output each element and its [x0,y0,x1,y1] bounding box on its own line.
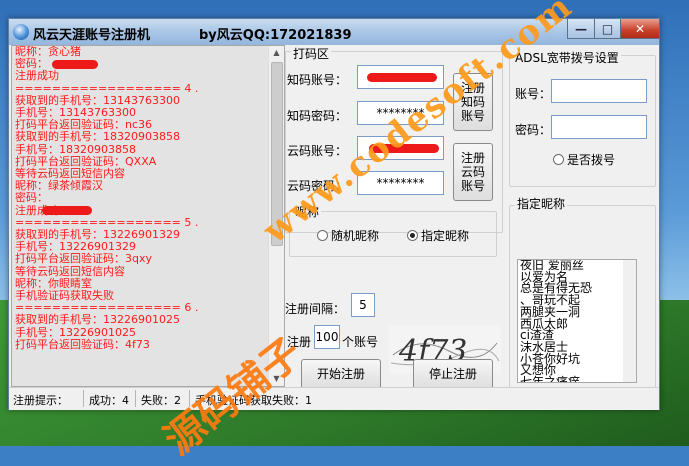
status-hint-label: 注册提示： [13,394,68,407]
dama-group-label: 打码区 [291,45,332,62]
specified-nickname-label: 指定昵称 [421,229,470,243]
status-separator [83,390,84,407]
log-line: 获取到的手机号：13226901025 [15,313,180,327]
log-line: 密码： [15,191,48,205]
dial-label: 是否拨号 [567,153,616,167]
count-input[interactable]: 100 [314,325,340,349]
random-nickname-radio[interactable] [317,230,328,241]
log-textarea[interactable]: 昵称：贪心猪 密码： 注册成功 ================== 4 . 获取到的手… [11,45,285,387]
app-window: 风云天涯账号注册机 by风云QQ:172021839 — □ ✕ 昵称：贪心猪密… [8,18,660,410]
interval-label: 注册间隔： [285,302,346,316]
zhima-account-label: 知码账号： [287,73,348,87]
app-globe-icon [13,24,29,40]
random-nickname-label: 随机昵称 [331,229,380,243]
log-line: 手机号：18320903858 [15,142,136,156]
zhima-password-label: 知码密码： [287,109,348,123]
nickname-items: 夜旧 爱丽丝 以爱为名 总是有得无恐 、哥玩不起 两腿夹一洞 西瓜太郎 ci渣渣 沫水居士 小苍… [518,260,636,382]
redaction-mark [52,60,98,69]
nickname-listbox[interactable]: 夜旧 爱丽丝 以爱为名 总是有得无恐 、哥玩不起 两腿夹一洞 西瓜太郎 ci渣渣 沫水居士 小苍… [517,259,637,383]
status-bar: 注册提示： 成功：4 失败：2 手机验证码获取失败：1 [9,387,659,410]
adsl-password-label: 密码： [515,123,552,137]
count-suffix-label: 个账号 [342,335,379,349]
log-line: 昵称：绿茶倾霞汉 [15,179,103,193]
nick-list-group-label: 指定昵称 [515,195,568,212]
client-area: 昵称：贪心猪 密码： 注册成功 ================== 4 . 获取到的手… [9,45,659,410]
adsl-account-label: 账号： [515,87,552,101]
specified-nickname-radio[interactable] [407,230,418,241]
dial-radio[interactable] [553,154,564,165]
status-separator [135,390,136,407]
scroll-up-arrow-icon[interactable]: ▲ [271,46,282,60]
log-lines: 昵称：贪心猪 密码： 注册成功 ================== 4 . 获取到的手… [15,46,271,351]
redaction-mark [367,73,437,82]
log-line: 昵称：贪心猪 [15,45,81,58]
start-register-button[interactable]: 开始注册 [301,359,381,389]
maximize-button[interactable]: □ [594,19,621,39]
adsl-account-input[interactable] [551,79,647,103]
close-button[interactable]: ✕ [620,19,660,39]
stop-register-button[interactable]: 停止注册 [413,359,493,389]
redaction-mark [42,206,92,215]
nickname-scrollbar[interactable] [623,260,636,382]
log-line: 注册成功 [15,69,59,83]
register-yunma-button[interactable]: 注册云码账号 [453,143,493,201]
adsl-password-input[interactable] [551,115,647,139]
window-title: 风云天涯账号注册机 [33,28,151,43]
log-line: 打码平台返回验证码：4f73 [15,337,150,351]
interval-input[interactable]: 5 [351,293,375,317]
log-line: ================== 4 . [15,81,199,95]
author-qq: by风云QQ:172021839 [199,28,352,43]
log-line: 打码平台返回验证码：3qxy [15,252,152,266]
log-line: 获取到的手机号：18320903858 [15,130,180,144]
status-success-count: 成功：4 [89,394,129,407]
nickname-item[interactable]: 七年之痛痒 [518,376,636,382]
